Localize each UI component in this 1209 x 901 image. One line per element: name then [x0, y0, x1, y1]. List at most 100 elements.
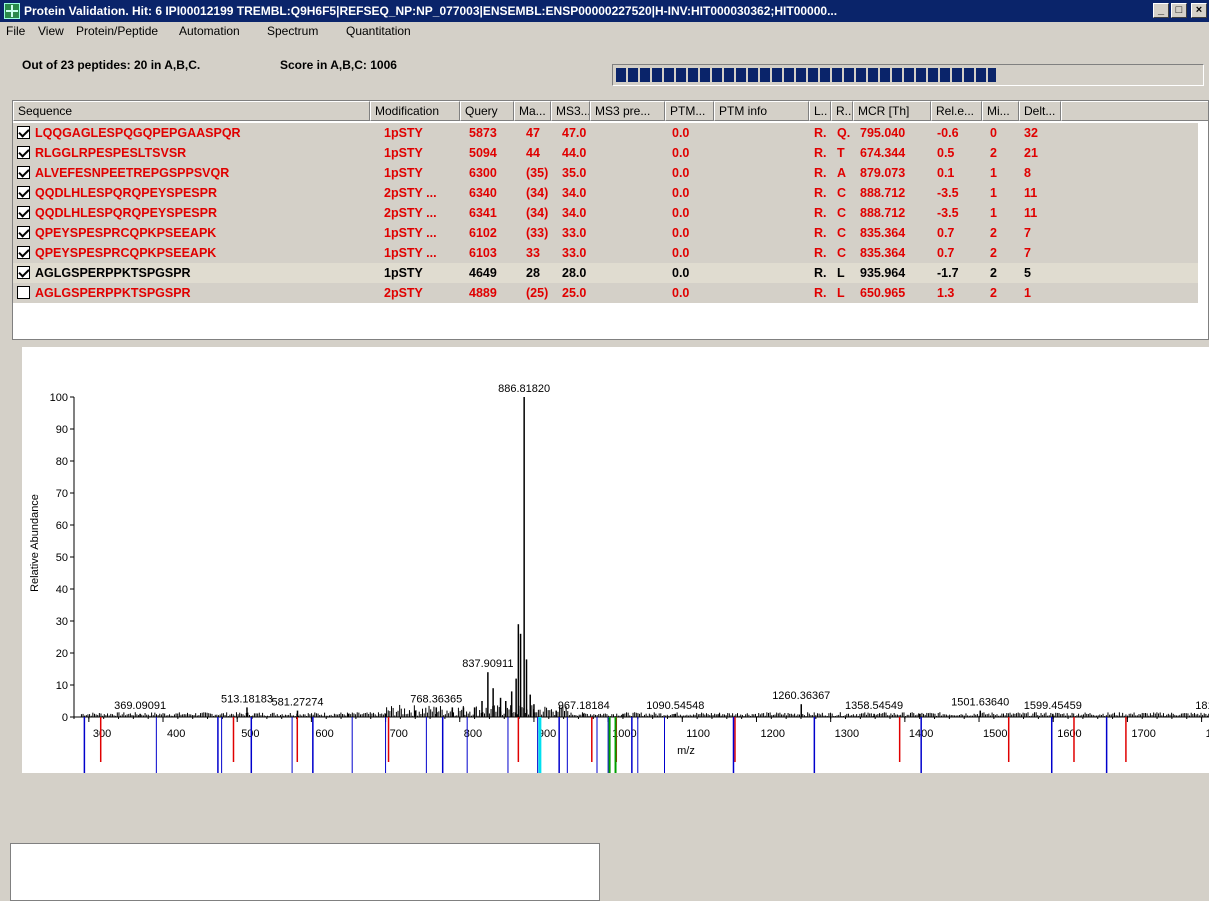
- table-row[interactable]: QPEYSPESPRCQPKPSEEAPK 1pSTY ... 6103 33 33.0…: [13, 243, 1198, 263]
- col-ms3-pre[interactable]: MS3 pre...: [590, 101, 665, 121]
- rel-error-cell: -3.5: [937, 186, 959, 200]
- right-residue-cell: C: [837, 226, 847, 240]
- col-l[interactable]: L..: [809, 101, 831, 121]
- table-row[interactable]: QPEYSPESPRCQPKPSEEAPK 1pSTY ... 6102 (33) 33…: [13, 223, 1198, 243]
- col-ptm-info[interactable]: PTM info: [714, 101, 809, 121]
- table-row[interactable]: RLGGLRPESPESLTSVSR 1pSTY 5094 44 44.0 0.0 R. T 6…: [13, 143, 1198, 163]
- y-tick-label: 0: [62, 712, 68, 724]
- missed-cleavage-cell: 2: [990, 226, 997, 240]
- close-button[interactable]: ×: [1191, 3, 1207, 18]
- table-row[interactable]: LQQGAGLESPQGQPEPGAASPQR 1pSTY 5873 47 47.0 0.…: [13, 123, 1198, 143]
- col-sequence[interactable]: Sequence: [13, 101, 370, 121]
- y-axis-label: Relative Abundance: [29, 494, 41, 592]
- x-tick-label: 300: [93, 728, 111, 740]
- modification-cell: 1pSTY: [384, 166, 423, 180]
- x-tick-label: 600: [315, 728, 333, 740]
- row-checkbox[interactable]: [17, 126, 30, 139]
- table-row[interactable]: ALVEFESNPEETREPGSPPSVQR 1pSTY 6300 (35) 35.0…: [13, 163, 1198, 183]
- col-modification[interactable]: Modification: [370, 101, 460, 121]
- peak-label: 967.18184: [558, 700, 610, 712]
- peak-label: 1090.54548: [646, 700, 704, 712]
- sequence-cell: AGLGSPERPPKTSPGSPR: [35, 266, 191, 280]
- x-tick-label: 1100: [686, 728, 710, 740]
- y-tick-label: 30: [56, 616, 68, 628]
- row-checkbox[interactable]: [17, 186, 30, 199]
- delta-cell: 7: [1024, 246, 1031, 260]
- right-residue-cell: A: [837, 166, 847, 180]
- ms3-cell: 34.0: [562, 206, 587, 220]
- left-residue-cell: R.: [814, 186, 827, 200]
- col-delta[interactable]: Delt...: [1019, 101, 1061, 121]
- row-checkbox[interactable]: [17, 166, 30, 179]
- col-mascot[interactable]: Ma...: [514, 101, 551, 121]
- title-bar[interactable]: Protein Validation. Hit: 6 IPI00012199 T…: [0, 0, 1209, 22]
- row-checkbox[interactable]: [17, 206, 30, 219]
- ptm-cell: 0.0: [672, 246, 690, 260]
- menu-protein-peptide[interactable]: Protein/Peptide: [76, 24, 158, 38]
- table-row[interactable]: AGLGSPERPPKTSPGSPR 2pSTY 4889 (25) 25.0 0.0 R.…: [13, 283, 1198, 303]
- row-checkbox[interactable]: [17, 146, 30, 159]
- menu-automation[interactable]: Automation: [179, 24, 240, 38]
- menu-spectrum[interactable]: Spectrum: [267, 24, 318, 38]
- x-tick-label: 1200: [760, 728, 784, 740]
- y-tick-label: 50: [56, 552, 68, 564]
- col-mcr[interactable]: MCR [Th]: [853, 101, 931, 121]
- rel-error-cell: -0.6: [937, 126, 959, 140]
- minimize-button[interactable]: _: [1153, 3, 1169, 18]
- menu-quantitation[interactable]: Quantitation: [346, 24, 411, 38]
- menu-file[interactable]: File: [6, 24, 25, 38]
- mascot-cell: 33: [526, 246, 540, 260]
- missed-cleavage-cell: 2: [990, 146, 997, 160]
- notes-box[interactable]: [10, 843, 600, 901]
- mascot-cell: (33): [526, 226, 549, 240]
- mascot-cell: 47: [526, 126, 540, 140]
- table-row[interactable]: QQDLHLESPQRQPEYSPESPR 2pSTY ... 6341 (34) 34…: [13, 203, 1198, 223]
- ms3-cell: 33.0: [562, 246, 587, 260]
- y-tick-label: 90: [56, 424, 68, 436]
- y-tick-label: 100: [50, 392, 68, 404]
- maximize-button[interactable]: □: [1171, 3, 1187, 18]
- missed-cleavage-cell: 2: [990, 246, 997, 260]
- ms3-cell: 47.0: [562, 126, 587, 140]
- x-tick-label: 1700: [1131, 728, 1155, 740]
- col-ms3[interactable]: MS3...: [551, 101, 590, 121]
- sequence-cell: QPEYSPESPRCQPKPSEEAPK: [35, 246, 217, 260]
- row-checkbox[interactable]: [17, 286, 30, 299]
- score-text: Score in A,B,C: 1006: [280, 58, 397, 72]
- mcr-cell: 835.364: [860, 226, 906, 240]
- x-tick-label: 1800: [1206, 728, 1209, 740]
- col-ptm[interactable]: PTM...: [665, 101, 714, 121]
- mascot-cell: (25): [526, 286, 549, 300]
- ms3-cell: 28.0: [562, 266, 587, 280]
- col-filler: [1061, 101, 1208, 121]
- col-missed[interactable]: Mi...: [982, 101, 1019, 121]
- spectrum-plot[interactable]: 0 10 20 30 40 50 60 70 80 90 100 300 400 500 600 700 800…: [22, 347, 1209, 773]
- x-tick-label: 500: [241, 728, 259, 740]
- mcr-cell: 935.964: [860, 266, 906, 280]
- mcr-cell: 888.712: [860, 206, 906, 220]
- col-r[interactable]: R..: [831, 101, 853, 121]
- row-checkbox[interactable]: [17, 266, 30, 279]
- mcr-cell: 795.040: [860, 126, 906, 140]
- ptm-cell: 0.0: [672, 206, 690, 220]
- row-checkbox[interactable]: [17, 246, 30, 259]
- row-checkbox[interactable]: [17, 226, 30, 239]
- missed-cleavage-cell: 0: [990, 126, 997, 140]
- missed-cleavage-cell: 2: [990, 286, 997, 300]
- progress-bar: [612, 64, 1204, 86]
- col-query[interactable]: Query: [460, 101, 514, 121]
- ms3-cell: 34.0: [562, 186, 587, 200]
- table-row[interactable]: QQDLHLESPQRQPEYSPESPR 2pSTY ... 6340 (34) 34…: [13, 183, 1198, 203]
- mcr-cell: 879.073: [860, 166, 906, 180]
- left-residue-cell: R.: [814, 206, 827, 220]
- peptide-table: Sequence Modification Query Ma... MS3...…: [12, 100, 1209, 340]
- menu-bar: File View Protein/Peptide Automation Spe…: [0, 22, 1209, 40]
- sequence-cell: QQDLHLESPQRQPEYSPESPR: [35, 206, 217, 220]
- menu-view[interactable]: View: [38, 24, 64, 38]
- col-rel-err[interactable]: Rel.e...: [931, 101, 982, 121]
- query-cell: 4889: [469, 286, 497, 300]
- table-row[interactable]: AGLGSPERPPKTSPGSPR 1pSTY 4649 28 28.0 0.0 R. L 9…: [13, 263, 1198, 283]
- mascot-cell: 44: [526, 146, 540, 160]
- mascot-cell: (34): [526, 206, 549, 220]
- left-residue-cell: R.: [814, 266, 827, 280]
